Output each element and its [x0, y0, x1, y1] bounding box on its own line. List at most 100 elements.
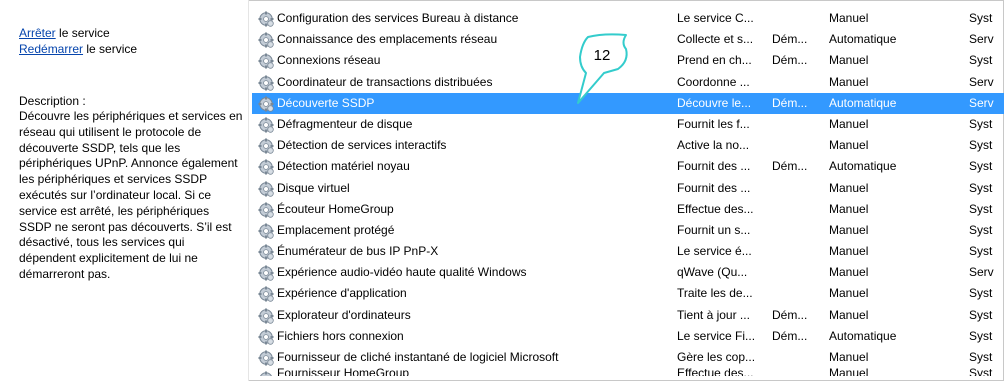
- service-gear-icon: [258, 350, 274, 366]
- service-logon-as: Serv: [969, 265, 994, 280]
- service-gear-icon: [258, 328, 274, 345]
- description-text: Découvre les périphériques et services e…: [19, 109, 243, 281]
- service-logon-as: Syst: [969, 328, 993, 343]
- service-gear-icon: [258, 307, 274, 324]
- service-row[interactable]: Écouteur HomeGroup Effectue des... Manuel S…: [252, 199, 1004, 220]
- service-name: Expérience d'application: [277, 286, 407, 301]
- service-row[interactable]: Emplacement protégé Fournit un s... Manuel…: [252, 220, 1004, 241]
- service-startup-type: Manuel: [829, 350, 869, 364]
- stop-action: Arrêter le service: [19, 25, 137, 41]
- service-state: Dém...: [772, 32, 808, 47]
- service-name: Défragmenteur de disque: [277, 116, 413, 131]
- service-description: Active la no...: [677, 138, 750, 153]
- service-description: Fournit des ...: [677, 180, 751, 195]
- service-logon-as: Syst: [969, 159, 993, 174]
- service-name: Détection de services interactifs: [277, 138, 447, 153]
- service-row[interactable]: Détection de services interactifs Active …: [252, 135, 1004, 156]
- service-startup-type: Manuel: [829, 74, 869, 89]
- service-row[interactable]: Défragmenteur de disque Fournit les f... M…: [252, 114, 1004, 135]
- service-description: qWave (Qu...: [677, 265, 748, 280]
- service-startup-type: Automatique: [829, 159, 897, 174]
- callout-label: 12: [594, 47, 611, 64]
- service-gear-icon: [258, 32, 274, 49]
- service-logon-as: Syst: [969, 286, 993, 301]
- stop-action-suffix: le service: [55, 26, 110, 40]
- restart-action-suffix: le service: [83, 42, 138, 56]
- service-row[interactable]: Fichiers hors connexion Le service Fi... D…: [252, 326, 1004, 347]
- service-description: Traite les de...: [677, 286, 753, 301]
- service-startup-type: Automatique: [829, 32, 897, 47]
- service-name: Configuration des services Bureau à dist…: [277, 11, 519, 25]
- service-description: Coordonne ...: [677, 74, 750, 89]
- service-gear-icon: [258, 74, 274, 91]
- service-name: Fichiers hors connexion: [277, 328, 404, 343]
- service-description: Prend en ch...: [677, 53, 752, 68]
- service-gear-icon: [258, 371, 274, 377]
- service-row[interactable]: Explorateur d'ordinateurs Tient à jour ..…: [252, 305, 1004, 326]
- service-gear-icon: [258, 95, 274, 112]
- service-row[interactable]: Expérience audio-vidéo haute qualité Win…: [252, 262, 1004, 283]
- service-row[interactable]: Fournisseur de cliché instantané de logi…: [252, 347, 1004, 368]
- service-name: Énumérateur de bus IP PnP-X: [277, 244, 439, 259]
- service-startup-type: Automatique: [829, 328, 897, 343]
- service-gear-icon: [258, 53, 274, 70]
- service-row[interactable]: Expérience d'application Traite les de...…: [252, 283, 1004, 304]
- service-description: Découvre le...: [677, 95, 752, 110]
- service-logon-as: Syst: [969, 350, 993, 364]
- service-logon-as: Syst: [969, 201, 993, 216]
- service-state: Dém...: [772, 53, 808, 68]
- service-gear-icon: [258, 286, 274, 303]
- service-actions: Arrêter le service Redémarrer le service: [19, 25, 137, 57]
- service-gear-icon: [258, 180, 274, 197]
- service-name: Fournisseur HomeGroup: [277, 368, 410, 377]
- service-logon-as: Syst: [969, 53, 993, 68]
- service-row[interactable]: Énumérateur de bus IP PnP-X Le service é.…: [252, 241, 1004, 262]
- service-logon-as: Serv: [969, 32, 994, 47]
- service-name: Expérience audio-vidéo haute qualité Win…: [277, 265, 527, 280]
- service-row[interactable]: Disque virtuel Fournit des ... Manuel Syst: [252, 178, 1004, 199]
- service-startup-type: Manuel: [829, 265, 869, 280]
- service-gear-icon: [258, 222, 274, 239]
- service-description: Fournit un s...: [677, 222, 751, 237]
- service-name: Emplacement protégé: [277, 222, 395, 237]
- service-description: Fournit les f...: [677, 116, 750, 131]
- service-description: Gère les cop...: [677, 350, 756, 364]
- service-startup-type: Manuel: [829, 244, 869, 259]
- service-state: Dém...: [772, 307, 808, 322]
- service-logon-as: Syst: [969, 11, 993, 25]
- service-name: Explorateur d'ordinateurs: [277, 307, 411, 322]
- service-name: Disque virtuel: [277, 180, 350, 195]
- callout-badge: 12: [577, 33, 628, 104]
- service-logon-as: Syst: [969, 116, 993, 131]
- service-gear-icon: [258, 11, 274, 27]
- service-logon-as: Serv: [969, 95, 994, 110]
- service-startup-type: Manuel: [829, 222, 869, 237]
- service-row[interactable]: Détection matériel noyau Fournit des ... D…: [252, 156, 1004, 177]
- service-gear-icon: [258, 201, 274, 218]
- service-description: Effectue des...: [677, 201, 754, 216]
- service-row[interactable]: Configuration des services Bureau à dist…: [252, 8, 1004, 29]
- service-startup-type: Manuel: [829, 11, 869, 25]
- service-description: Le service é...: [677, 244, 752, 259]
- service-gear-icon: [258, 159, 274, 176]
- service-name: Écouteur HomeGroup: [277, 201, 394, 216]
- restart-service-link[interactable]: Redémarrer: [19, 42, 83, 56]
- service-gear-icon: [258, 265, 274, 282]
- service-logon-as: Serv: [969, 74, 994, 89]
- service-logon-as: Syst: [969, 368, 993, 377]
- service-description: Tient à jour ...: [677, 307, 750, 322]
- service-startup-type: Manuel: [829, 201, 869, 216]
- service-description: Le service Fi...: [677, 328, 756, 343]
- service-state: Dém...: [772, 95, 808, 110]
- service-state: Dém...: [772, 328, 808, 343]
- service-startup-type: Manuel: [829, 368, 869, 377]
- service-startup-type: Manuel: [829, 53, 869, 68]
- service-name: Détection matériel noyau: [277, 159, 410, 174]
- service-description: Effectue des...: [677, 368, 754, 377]
- service-name: Fournisseur de cliché instantané de logi…: [277, 350, 559, 364]
- service-gear-icon: [258, 244, 274, 261]
- service-startup-type: Manuel: [829, 307, 869, 322]
- stop-service-link[interactable]: Arrêter: [19, 26, 56, 40]
- service-row[interactable]: Fournisseur HomeGroup Effectue des... Manu…: [252, 368, 1004, 377]
- service-startup-type: Automatique: [829, 95, 897, 110]
